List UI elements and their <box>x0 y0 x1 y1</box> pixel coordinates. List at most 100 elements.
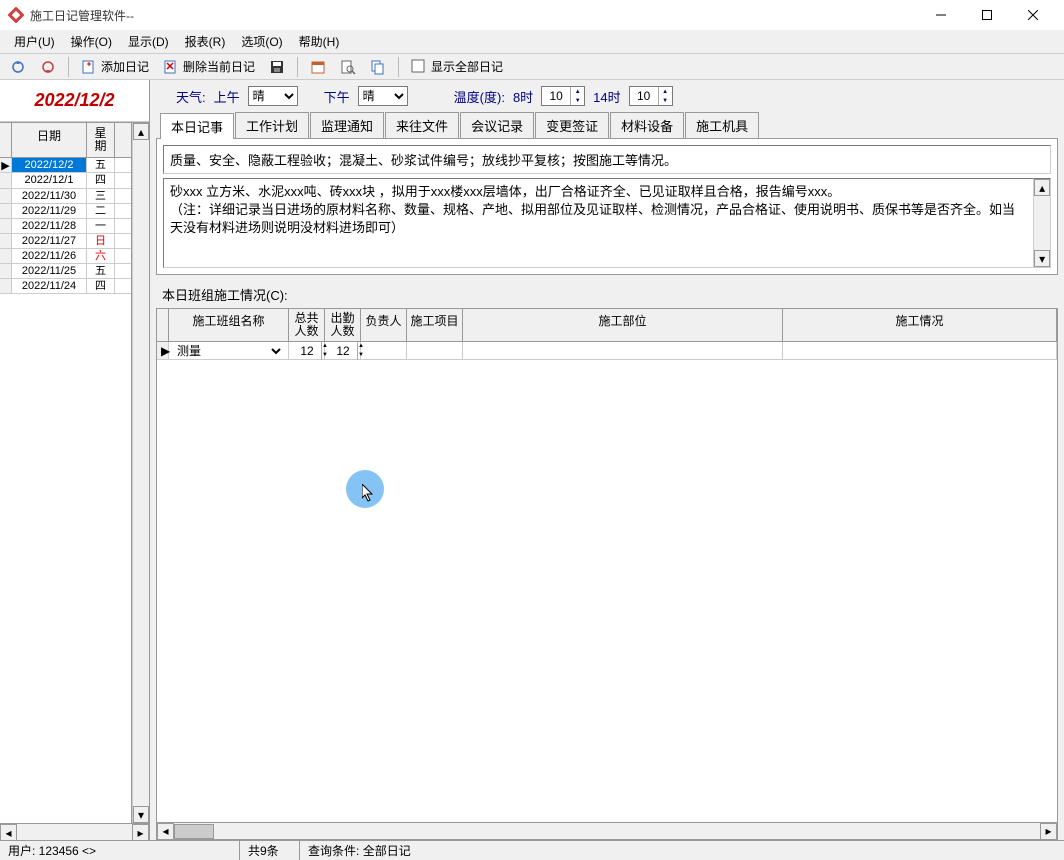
preview-icon <box>340 59 356 75</box>
pm-weather-select[interactable]: 晴 <box>358 86 408 106</box>
date-list[interactable]: 日期 星期 ▶2022/12/2五2022/12/1四2022/11/30三20… <box>0 123 132 823</box>
menu-user[interactable]: 用户(U) <box>6 30 63 53</box>
menu-report[interactable]: 报表(R) <box>177 30 234 53</box>
right-panel: 天气: 上午 晴 下午 晴 温度(度): 8时 ▲▼ 14时 ▲▼ 本日记事工作… <box>150 80 1064 840</box>
date-row[interactable]: 2022/11/27日 <box>0 234 131 249</box>
scroll-up-arrow[interactable]: ▴ <box>1034 179 1050 196</box>
name-select[interactable]: 测量 <box>173 343 284 359</box>
statusbar: 用户: 123456 <> 共9条 查询条件: 全部日记 <box>0 840 1064 860</box>
tab-6[interactable]: 材料设备 <box>610 112 684 138</box>
cell-status[interactable] <box>783 342 1057 359</box>
tab-5[interactable]: 变更签证 <box>535 112 609 138</box>
team-grid[interactable]: 施工班组名称 总共人数 出勤人数 负责人 施工项目 施工部位 施工情况 ▶测量▲… <box>157 309 1057 822</box>
gcol-status[interactable]: 施工情况 <box>783 309 1057 341</box>
tool-copy[interactable] <box>364 57 392 77</box>
temp2-input[interactable] <box>630 89 658 103</box>
gcol-name[interactable]: 施工班组名称 <box>169 309 289 341</box>
date-row[interactable]: 2022/11/26六 <box>0 249 131 264</box>
grid-row[interactable]: ▶测量▲▼▲▼ <box>157 342 1057 360</box>
spinner-down[interactable]: ▼ <box>571 96 584 105</box>
spinner-down[interactable]: ▼ <box>659 96 672 105</box>
date-horizontal-scrollbar[interactable]: ◂ ▸ <box>0 823 149 840</box>
menu-display[interactable]: 显示(D) <box>120 30 177 53</box>
menu-options[interactable]: 选项(O) <box>233 30 290 53</box>
temp1-spinner[interactable]: ▲▼ <box>541 86 585 106</box>
menu-operate[interactable]: 操作(O) <box>63 30 120 53</box>
scroll-right-arrow[interactable]: ▸ <box>132 824 149 841</box>
cell-attend[interactable]: ▲▼ <box>325 342 361 359</box>
col-indicator <box>0 123 12 157</box>
date-row[interactable]: 2022/11/25五 <box>0 264 131 279</box>
cell-name[interactable]: 测量 <box>169 342 289 359</box>
scrollbar-thumb[interactable] <box>174 824 214 839</box>
textarea-scrollbar[interactable]: ▴ ▾ <box>1034 178 1051 268</box>
temp2-spinner[interactable]: ▲▼ <box>629 86 673 106</box>
maximize-button[interactable] <box>964 0 1010 30</box>
am-weather-select[interactable]: 晴 <box>248 86 298 106</box>
add-diary-icon <box>81 59 97 75</box>
tab-2[interactable]: 监理通知 <box>310 112 384 138</box>
grid-header: 施工班组名称 总共人数 出勤人数 负责人 施工项目 施工部位 施工情况 <box>157 309 1057 342</box>
col-day-header[interactable]: 星期 <box>87 123 115 157</box>
tab-1[interactable]: 工作计划 <box>235 112 309 138</box>
minimize-button[interactable] <box>918 0 964 30</box>
cell-leader[interactable] <box>361 342 407 359</box>
tool-calendar[interactable] <box>304 57 332 77</box>
row-indicator <box>0 189 12 203</box>
day-cell: 五 <box>87 158 115 172</box>
tab-0[interactable]: 本日记事 <box>160 113 234 139</box>
gcol-total[interactable]: 总共人数 <box>289 309 325 341</box>
close-button[interactable] <box>1010 0 1056 30</box>
spinner-down[interactable]: ▼ <box>322 351 328 360</box>
date-row[interactable]: ▶2022/12/2五 <box>0 158 131 173</box>
grid-horizontal-scrollbar[interactable]: ◂ ▸ <box>157 822 1057 839</box>
delete-diary-button[interactable]: 删除当前日记 <box>157 56 261 77</box>
spinner-down[interactable]: ▼ <box>358 351 364 360</box>
date-row[interactable]: 2022/12/1四 <box>0 173 131 188</box>
col-date-header[interactable]: 日期 <box>12 123 87 157</box>
scroll-right-arrow[interactable]: ▸ <box>1040 823 1057 840</box>
save-button[interactable] <box>263 57 291 77</box>
scroll-down-arrow[interactable]: ▾ <box>1034 250 1050 267</box>
toolbar: 添加日记 删除当前日记 显示全部日记 <box>0 54 1064 80</box>
gcol-location[interactable]: 施工部位 <box>463 309 783 341</box>
scroll-up-arrow[interactable]: ▴ <box>133 123 149 140</box>
date-row[interactable]: 2022/11/29二 <box>0 204 131 219</box>
copy-icon <box>370 59 386 75</box>
total-input[interactable] <box>293 344 321 358</box>
add-diary-button[interactable]: 添加日记 <box>75 56 155 77</box>
cell-location[interactable] <box>463 342 783 359</box>
scroll-down-arrow[interactable]: ▾ <box>133 806 149 823</box>
spinner-up[interactable]: ▲ <box>571 87 584 96</box>
tab-3[interactable]: 来往文件 <box>385 112 459 138</box>
date-row[interactable]: 2022/11/28一 <box>0 219 131 234</box>
spinner-up[interactable]: ▲ <box>358 342 364 351</box>
spinner-up[interactable]: ▲ <box>659 87 672 96</box>
tool-refresh-1[interactable] <box>4 57 32 77</box>
tab-4[interactable]: 会议记录 <box>460 112 534 138</box>
content-textarea[interactable] <box>163 178 1034 268</box>
scroll-left-arrow[interactable]: ◂ <box>157 823 174 840</box>
row-indicator <box>0 204 12 218</box>
cell-total[interactable]: ▲▼ <box>289 342 325 359</box>
menubar: 用户(U) 操作(O) 显示(D) 报表(R) 选项(O) 帮助(H) <box>0 30 1064 54</box>
tool-preview[interactable] <box>334 57 362 77</box>
gcol-attend[interactable]: 出勤人数 <box>325 309 361 341</box>
date-row[interactable]: 2022/11/30三 <box>0 189 131 204</box>
spinner-up[interactable]: ▲ <box>322 342 328 351</box>
window-title: 施工日记管理软件-- <box>30 7 918 24</box>
refresh-icon <box>10 59 26 75</box>
cell-project[interactable] <box>407 342 463 359</box>
tool-refresh-2[interactable] <box>34 57 62 77</box>
window-controls <box>918 0 1056 30</box>
gcol-leader[interactable]: 负责人 <box>361 309 407 341</box>
menu-help[interactable]: 帮助(H) <box>291 30 348 53</box>
scroll-left-arrow[interactable]: ◂ <box>0 824 17 841</box>
attend-input[interactable] <box>329 344 357 358</box>
date-list-scrollbar[interactable]: ▴ ▾ <box>132 123 149 823</box>
gcol-project[interactable]: 施工项目 <box>407 309 463 341</box>
tab-7[interactable]: 施工机具 <box>685 112 759 138</box>
date-row[interactable]: 2022/11/24四 <box>0 279 131 294</box>
temp1-input[interactable] <box>542 89 570 103</box>
show-all-button[interactable]: 显示全部日记 <box>405 56 509 77</box>
